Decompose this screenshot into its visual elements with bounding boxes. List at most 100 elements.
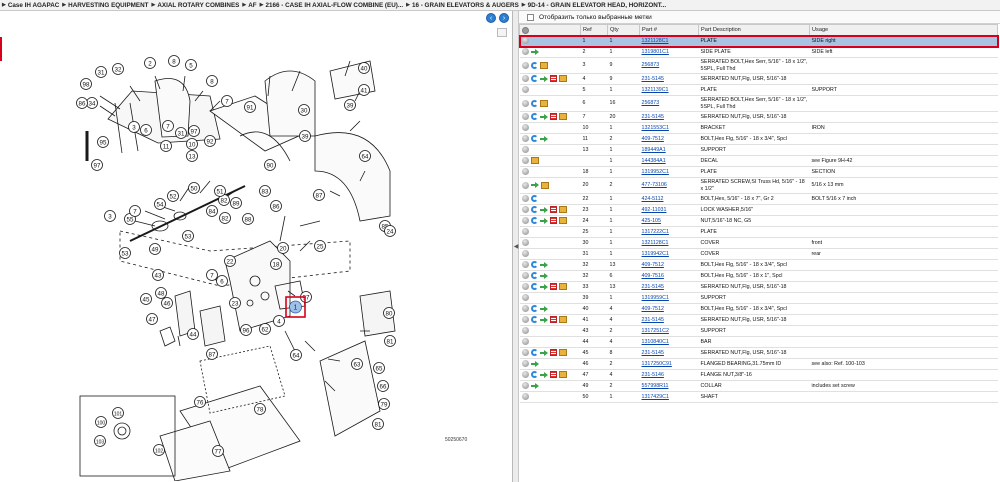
- table-row[interactable]: 3 9 256873 SERRATED BOLT,Hex Serr, 5/16" - …: [519, 57, 998, 74]
- table-row[interactable]: 24 1 425-105 NUT,5/16"-18 NC, G5: [519, 215, 998, 227]
- replace-icon[interactable]: [530, 206, 538, 214]
- table-row[interactable]: 7 20 231-5145 SERRATED NUT,Flg, USR, 5/16"-…: [519, 111, 998, 123]
- selected-only-checkbox[interactable]: [527, 13, 534, 21]
- part-number-link[interactable]: 409-7512: [642, 306, 664, 312]
- table-row[interactable]: 32 13 409-7512 BOLT,Hex Flg, 5/16" - 18 x 3…: [519, 259, 998, 271]
- table-row[interactable]: 44 4 1310840C1 BAR: [519, 336, 998, 348]
- table-row[interactable]: 31 1 1319942C1 COVER rear: [519, 248, 998, 260]
- table-row[interactable]: 1 144384A1 DECAL see Figure 9H-42: [519, 155, 998, 167]
- part-number-link[interactable]: 231-5145: [642, 350, 664, 356]
- spec-sheet-icon[interactable]: [549, 113, 557, 121]
- select-row-icon[interactable]: [521, 283, 529, 291]
- replace-icon[interactable]: [530, 349, 538, 357]
- part-number-link[interactable]: 1319942C1: [642, 251, 669, 257]
- package-icon[interactable]: [539, 99, 548, 107]
- select-row-icon[interactable]: [521, 99, 529, 107]
- select-row-icon[interactable]: [521, 135, 529, 143]
- part-number-link[interactable]: 231-5145: [642, 76, 664, 82]
- header-ref[interactable]: Ref: [580, 24, 608, 36]
- cell-part-number[interactable]: 231-5145: [639, 73, 699, 85]
- part-number-link[interactable]: 1319959C1: [642, 295, 669, 301]
- part-number-link[interactable]: 231-5146: [642, 372, 664, 378]
- part-number-link[interactable]: 1321139C1: [642, 87, 669, 93]
- replace-icon[interactable]: [530, 61, 538, 69]
- cell-part-number[interactable]: 409-7516: [639, 270, 699, 282]
- replace-icon[interactable]: [530, 371, 538, 379]
- cell-part-number[interactable]: 1319959C1: [639, 292, 699, 304]
- table-row[interactable]: 13 1 189449A1 SUPPORT: [519, 144, 998, 156]
- select-row-icon[interactable]: [521, 228, 529, 236]
- spec-sheet-icon[interactable]: [549, 283, 557, 291]
- replace-icon[interactable]: [530, 272, 538, 280]
- spec-sheet-icon[interactable]: [549, 316, 557, 324]
- select-row-icon[interactable]: [521, 168, 529, 176]
- cell-part-number[interactable]: 1317250C91: [639, 358, 699, 370]
- add-to-cart-icon[interactable]: [539, 305, 548, 312]
- table-row[interactable]: 6 16 256873 SERRATED BOLT,Hex Serr, 5/16" -…: [519, 95, 998, 112]
- cell-part-number[interactable]: 1321128C1: [639, 35, 699, 47]
- select-row-icon[interactable]: [521, 206, 529, 214]
- table-row[interactable]: 45 8 231-5145 SERRATED NUT,Flg, USR, 5/16"-…: [519, 347, 998, 359]
- table-row[interactable]: 39 1 1319959C1 SUPPORT: [519, 292, 998, 304]
- header-part-number[interactable]: Part #: [639, 24, 699, 36]
- part-number-link[interactable]: 409-7512: [642, 136, 664, 142]
- select-row-icon[interactable]: [521, 181, 529, 189]
- replace-icon[interactable]: [530, 135, 538, 143]
- part-number-link[interactable]: 231-5145: [642, 114, 664, 120]
- select-row-icon[interactable]: [521, 382, 529, 390]
- breadcrumb-item[interactable]: ▶ 9D-14 - GRAIN ELEVATOR HEAD, HORIZONT..…: [519, 2, 666, 9]
- package-icon[interactable]: [539, 61, 548, 69]
- table-row[interactable]: 1 1 1321128C1 PLATE SIDE right: [518, 34, 999, 48]
- header-description[interactable]: Part Description: [698, 24, 810, 36]
- spec-sheet-icon[interactable]: [549, 349, 557, 357]
- select-row-icon[interactable]: [521, 349, 529, 357]
- part-number-link[interactable]: 477-73106: [642, 182, 667, 188]
- cell-part-number[interactable]: 1321139C1: [639, 84, 699, 96]
- part-number-link[interactable]: 409-7512: [642, 262, 664, 268]
- prev-page-button[interactable]: ‹: [486, 13, 496, 23]
- cell-part-number[interactable]: 1319952C1: [639, 166, 699, 178]
- cell-part-number[interactable]: 1319801C1: [639, 46, 699, 58]
- cell-part-number[interactable]: 425-105: [639, 215, 699, 227]
- select-row-icon[interactable]: [521, 195, 529, 203]
- add-to-cart-icon[interactable]: [539, 113, 548, 120]
- part-number-link[interactable]: 256873: [642, 100, 660, 106]
- cell-part-number[interactable]: 409-7512: [639, 259, 699, 271]
- breadcrumb-item[interactable]: ▶ 16 - GRAIN ELEVATORS & AUGERS: [403, 2, 519, 9]
- add-to-cart-icon[interactable]: [539, 371, 548, 378]
- part-number-link[interactable]: 1310840C1: [642, 339, 669, 345]
- part-number-link[interactable]: 189449A1: [642, 147, 666, 153]
- table-row[interactable]: 49 2 557998R11 COLLAR includes set screw: [519, 380, 998, 392]
- table-row[interactable]: 46 2 1317250C91 FLANGED BEARING,31.75mm ID s…: [519, 358, 998, 370]
- select-row-icon[interactable]: [521, 371, 529, 379]
- replace-icon[interactable]: [530, 99, 538, 107]
- add-to-cart-icon[interactable]: [530, 48, 539, 55]
- cell-part-number[interactable]: 256873: [639, 95, 699, 112]
- part-number-link[interactable]: 1321128C1: [642, 38, 669, 44]
- replace-icon[interactable]: [530, 305, 538, 313]
- package-icon[interactable]: [558, 349, 567, 357]
- package-icon[interactable]: [558, 75, 567, 83]
- package-icon[interactable]: [558, 206, 567, 214]
- header-usage[interactable]: Usage: [809, 24, 998, 36]
- part-number-link[interactable]: 557998R11: [642, 383, 669, 389]
- table-row[interactable]: 50 1 1317429C1 SHAFT: [519, 391, 998, 403]
- add-to-cart-icon[interactable]: [530, 360, 539, 367]
- part-number-link[interactable]: 144384A1: [642, 158, 666, 164]
- part-number-link[interactable]: 256873: [642, 62, 660, 68]
- add-to-cart-icon[interactable]: [539, 283, 548, 290]
- table-row[interactable]: 20 2 477-73106 SERRATED SCREW,SI Truss Hd, …: [519, 177, 998, 194]
- package-icon[interactable]: [558, 283, 567, 291]
- cell-part-number[interactable]: 1319942C1: [639, 248, 699, 260]
- cell-part-number[interactable]: 424-5112: [639, 193, 699, 205]
- part-number-link[interactable]: 231-5145: [642, 284, 664, 290]
- select-row-icon[interactable]: [521, 305, 529, 313]
- cell-part-number[interactable]: 231-5146: [639, 369, 699, 381]
- table-row[interactable]: 4 9 231-5145 SERRATED NUT,Flg, USR, 5/16"-1…: [519, 73, 998, 85]
- cell-part-number[interactable]: 492-11031: [639, 204, 699, 216]
- table-row[interactable]: 2 1 1319801C1 SIDE PLATE SIDE left: [519, 46, 998, 58]
- select-row-icon[interactable]: [521, 272, 529, 280]
- package-icon[interactable]: [558, 217, 567, 225]
- part-number-link[interactable]: 1321128C1: [642, 240, 669, 246]
- add-to-cart-icon[interactable]: [539, 272, 548, 279]
